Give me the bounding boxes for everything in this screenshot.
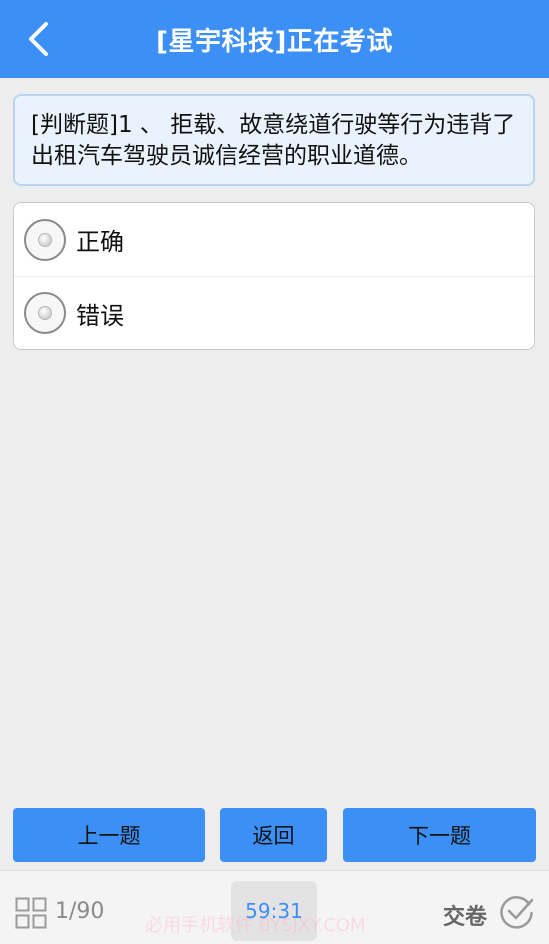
next-question-button[interactable]: 下一题 — [343, 808, 536, 862]
question-progress[interactable]: 1/90 — [55, 899, 104, 924]
option-true[interactable]: 正确 — [14, 203, 534, 276]
question-text: [判断题]1 、 拒载、故意绕道行驶等行为违背了出租汽车驾驶员诚信经营的职业道德… — [13, 94, 535, 186]
radio-dot — [38, 232, 52, 247]
prev-question-button[interactable]: 上一题 — [13, 808, 205, 862]
radio-button[interactable] — [24, 218, 66, 261]
option-label: 错误 — [76, 301, 124, 330]
option-false[interactable]: 错误 — [14, 276, 534, 349]
app-header: [星宇科技]正在考试 — [0, 0, 549, 78]
back-button[interactable] — [18, 18, 58, 60]
option-label: 正确 — [76, 228, 124, 256]
bottom-bar: 1/90 59:31 必用手机软件 BYSJXY.COM 交卷 — [0, 870, 549, 944]
radio-dot — [38, 306, 52, 320]
check-circle-icon[interactable] — [499, 893, 535, 929]
return-button[interactable]: 返回 — [220, 808, 327, 862]
page-title: [星宇科技]正在考试 — [156, 26, 393, 57]
watermark: 必用手机软件 BYSJXY.COM — [145, 915, 366, 936]
answer-options: 正确 错误 — [13, 202, 535, 350]
radio-button[interactable] — [24, 292, 66, 334]
grid-icon[interactable] — [15, 897, 47, 929]
chevron-left-icon — [29, 22, 48, 56]
submit-exam-label[interactable]: 交卷 — [443, 899, 487, 931]
